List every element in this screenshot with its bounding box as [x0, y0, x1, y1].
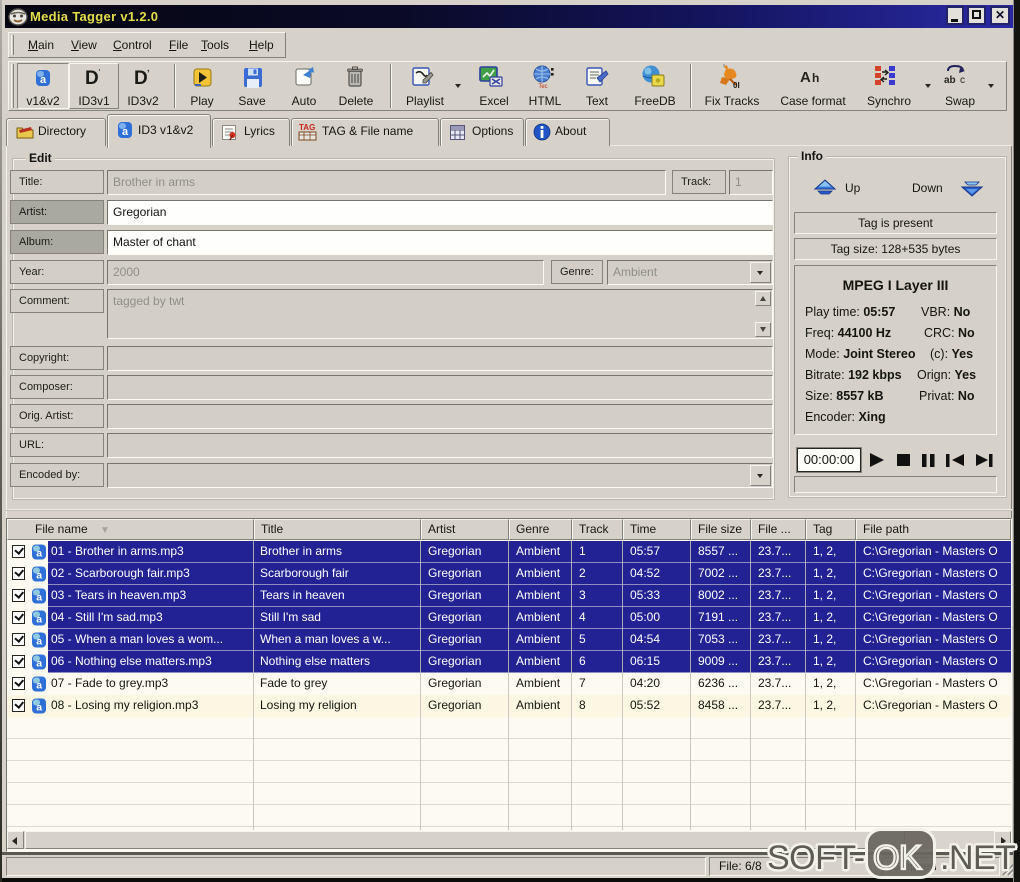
svg-text:D: D — [85, 68, 99, 88]
svg-text:TAG: TAG — [299, 123, 315, 132]
svg-text:A: A — [800, 69, 811, 86]
svg-text:a: a — [36, 702, 42, 714]
svg-text:a: a — [122, 126, 129, 138]
svg-text:ab: ab — [944, 75, 956, 86]
svg-text:a: a — [36, 658, 42, 670]
svg-text:a: a — [36, 636, 42, 648]
svg-text:Tec: Tec — [538, 84, 547, 90]
svg-text:a: a — [36, 592, 42, 604]
svg-text:a: a — [36, 548, 42, 560]
svg-text:ʾ: ʾ — [98, 68, 101, 78]
svg-text:0I: 0I — [733, 81, 740, 89]
svg-text:a: a — [36, 570, 42, 582]
svg-text:a: a — [40, 74, 47, 86]
svg-text:h: h — [812, 71, 819, 85]
svg-text:a: a — [36, 614, 42, 626]
svg-text:c: c — [960, 75, 965, 86]
svg-text:D: D — [134, 68, 148, 88]
svg-text:a: a — [36, 680, 42, 692]
svg-text:ʼ: ʼ — [147, 68, 150, 78]
